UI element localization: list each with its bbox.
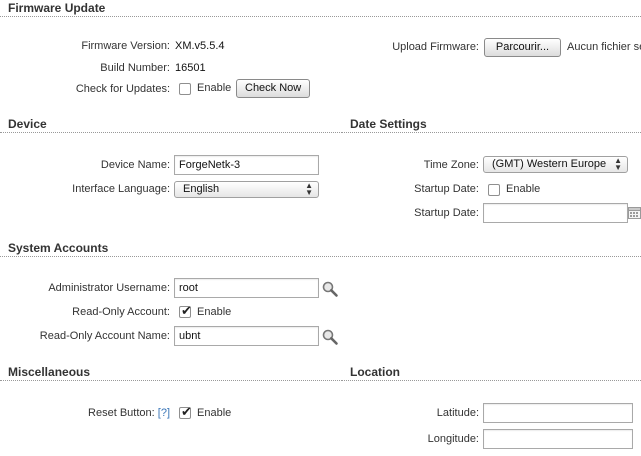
startup-date-enable-label: Startup Date: [414,183,479,195]
admin-username-input[interactable]: root [174,278,319,298]
check-mark-icon: ✔ [181,404,192,419]
reset-button-enable-label: Enable [197,407,232,419]
reset-button-checkbox[interactable]: ✔ [179,404,192,419]
select-arrows-icon: ▲ ▼ [305,181,313,197]
readonly-account-label: Read-Only Account: [72,306,170,318]
reset-button-label: Reset Button: [?] [88,407,170,419]
startup-date-input[interactable] [483,203,628,223]
time-zone-select[interactable]: (GMT) Western Europe ▲ ▼ [483,156,628,173]
check-now-button[interactable]: Check Now [236,79,310,98]
device-name-label: Device Name: [100,159,170,171]
readonly-account-enable-label: Enable [197,306,232,318]
interface-language-label: Interface Language: [72,183,170,195]
check-mark-icon: ✔ [181,303,192,318]
build-number-value: 16501 [175,62,206,74]
magnifier-icon[interactable] [321,280,339,298]
startup-date-label: Startup Date: [414,207,479,219]
readonly-account-name-input[interactable]: ubnt [174,326,319,346]
reset-button-label-text: Reset Button: [88,407,155,419]
time-zone-label: Time Zone: [423,159,479,171]
device-title: Device [0,116,342,133]
latitude-label: Latitude: [436,407,479,419]
firmware-version-label: Firmware Version: [81,40,170,52]
build-number-label: Build Number: [100,62,170,74]
check-updates-checkbox[interactable] [179,83,191,95]
system-accounts-title: System Accounts [0,240,641,257]
firmware-update-title: Firmware Update [0,0,641,17]
upload-firmware-label: Upload Firmware: [392,41,479,53]
longitude-input[interactable] [483,429,633,449]
startup-date-checkbox[interactable] [488,184,500,196]
longitude-label: Longitude: [427,433,479,445]
browse-file-button[interactable]: Parcourir... [484,38,561,57]
interface-language-select[interactable]: English ▲ ▼ [174,181,319,198]
magnifier-icon[interactable] [321,328,339,346]
readonly-account-checkbox[interactable]: ✔ [179,303,192,318]
interface-language-value: English [183,183,220,195]
readonly-account-name-label: Read-Only Account Name: [39,330,170,342]
check-updates-enable-label: Enable [197,82,232,94]
calendar-icon[interactable] [628,207,641,219]
admin-username-label: Administrator Username: [48,282,170,294]
location-title: Location [342,364,641,381]
select-arrows-icon: ▲ ▼ [614,156,622,172]
time-zone-value: (GMT) Western Europe [492,158,607,170]
device-name-input[interactable]: ForgeNetk-3 [174,155,319,175]
miscellaneous-title: Miscellaneous [0,364,342,381]
startup-date-enable-text: Enable [506,183,541,195]
firmware-version-value: XM.v5.5.4 [175,40,225,52]
reset-help-link[interactable]: [?] [158,407,170,419]
no-file-selected-text: Aucun fichier sélectionné. [567,41,641,53]
latitude-input[interactable] [483,403,633,423]
date-settings-title: Date Settings [342,116,641,133]
check-updates-label: Check for Updates: [75,83,170,95]
